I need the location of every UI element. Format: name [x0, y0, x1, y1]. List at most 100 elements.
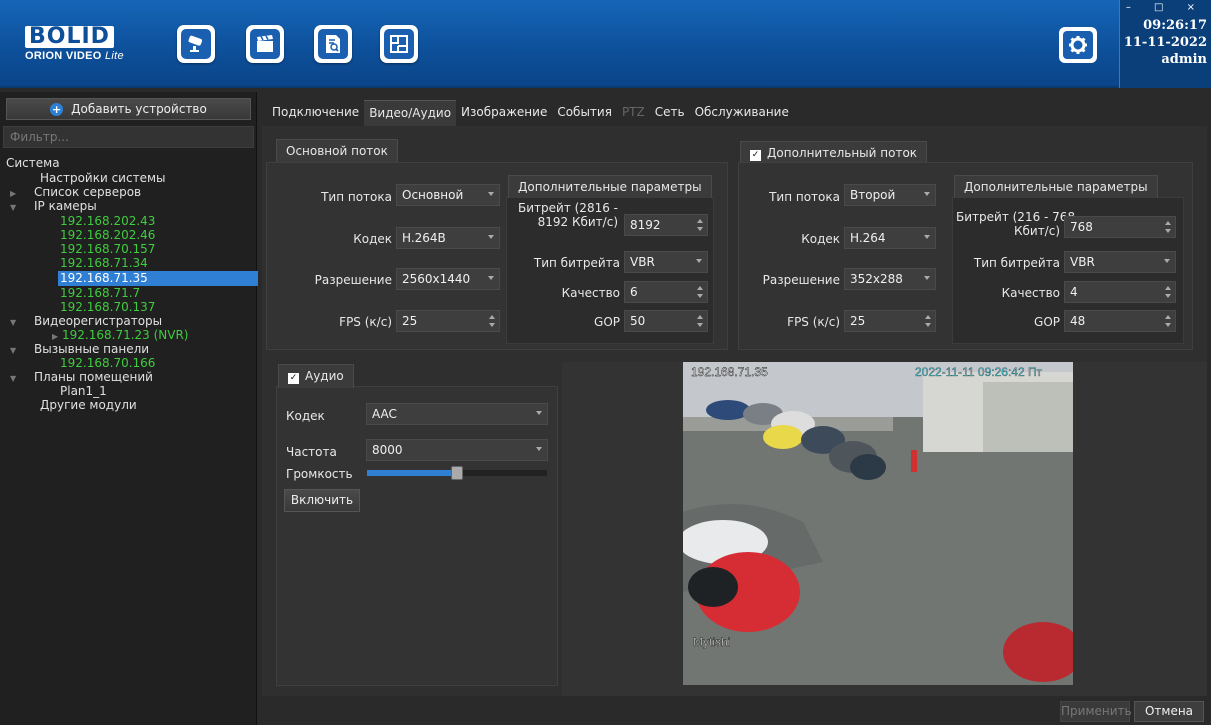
sub-extra-params-title: Дополнительные параметры — [954, 175, 1158, 198]
tree-item-camera[interactable]: 192.168.202.43 — [60, 214, 155, 229]
document-search-icon — [326, 35, 340, 53]
audio-freq-label: Частота — [286, 445, 337, 459]
camera-icon — [188, 35, 203, 52]
tree-item-call-panel[interactable]: 192.168.70.166 — [60, 356, 155, 371]
codec-select[interactable]: H.264 — [844, 227, 936, 249]
tree-item-server-list[interactable]: ▶ Список серверов — [10, 185, 141, 200]
collapse-arrow-icon: ▼ — [10, 374, 17, 383]
osd-ip: 192.168.71.35 — [691, 365, 768, 379]
chevron-down-icon — [924, 235, 930, 239]
bitrate-type-select[interactable]: VBR — [1064, 251, 1176, 273]
cameras-button[interactable] — [177, 25, 215, 63]
tab-connection[interactable]: Подключение — [267, 100, 364, 126]
spin-arrows-icon — [1164, 314, 1172, 328]
tree-item-camera-selected[interactable]: 192.168.71.35 — [58, 271, 258, 286]
checkbox-checked-icon[interactable]: ✓ — [750, 150, 761, 161]
tab-network[interactable]: Сеть — [650, 100, 690, 126]
fps-spinbox[interactable]: 25 — [844, 310, 936, 332]
audio-freq-select[interactable]: 8000 — [366, 439, 548, 461]
codec-label: Кодек — [353, 232, 392, 246]
chevron-down-icon — [536, 411, 542, 415]
settings-tabs: Подключение Видео/Аудио Изображение Собы… — [267, 100, 794, 126]
volume-handle[interactable] — [451, 466, 463, 480]
gop-spinbox[interactable]: 48 — [1064, 310, 1176, 332]
tree-item-ip-cameras[interactable]: ▼ IP камеры — [10, 199, 97, 214]
tab-events[interactable]: События — [552, 100, 617, 126]
audio-title[interactable]: ✓ Аудио — [278, 364, 354, 388]
volume-slider[interactable] — [367, 466, 547, 480]
tree-item-plan[interactable]: Plan1_1 — [60, 384, 107, 399]
tree-item-call-panels[interactable]: ▼ Вызывные панели — [10, 342, 149, 357]
collapse-arrow-icon: ▼ — [10, 203, 17, 212]
clock-time: 09:26:17 — [1143, 18, 1207, 33]
floorplans-button[interactable] — [380, 25, 418, 63]
logo-brand: BOLID — [25, 26, 114, 48]
resolution-select[interactable]: 352x288 — [844, 268, 936, 290]
bitrate-label: Битрейт (2816 -8192 Кбит/с) — [518, 201, 618, 229]
tab-maintenance[interactable]: Обслуживание — [690, 100, 794, 126]
clock-date: 11-11-2022 — [1123, 35, 1207, 50]
codec-select[interactable]: H.264B — [396, 227, 500, 249]
resolution-label: Разрешение — [314, 273, 392, 287]
stream-type-select[interactable]: Основной — [396, 184, 500, 206]
add-device-label: Добавить устройство — [71, 102, 207, 116]
chevron-down-icon — [924, 192, 930, 196]
tree-item-room-plans[interactable]: ▼ Планы помещений — [10, 370, 153, 385]
tab-video-audio[interactable]: Видео/Аудио — [364, 100, 457, 126]
cancel-button[interactable]: Отмена — [1134, 701, 1204, 722]
bitrate-type-select[interactable]: VBR — [624, 251, 708, 273]
spin-arrows-icon — [696, 218, 704, 232]
app-logo: BOLID ORION VIDEO Lite — [25, 26, 157, 66]
archive-button[interactable] — [246, 25, 284, 63]
tree-item-camera[interactable]: 192.168.71.34 — [60, 256, 148, 271]
gear-icon — [1069, 36, 1087, 54]
filter-input[interactable]: Фильтр... — [3, 126, 254, 148]
audio-codec-select[interactable]: AAC — [366, 403, 548, 425]
gop-spinbox[interactable]: 50 — [624, 310, 708, 332]
spin-arrows-icon — [696, 285, 704, 299]
tree-item-other-modules[interactable]: Другие модули — [40, 398, 137, 413]
resolution-select[interactable]: 2560x1440 — [396, 268, 500, 290]
main-stream-title: Основной поток — [276, 139, 398, 162]
floorplan-icon — [390, 35, 408, 53]
clapperboard-icon — [257, 35, 273, 52]
tree-item-recorder[interactable]: ▶ 192.168.71.23 (NVR) — [52, 328, 189, 343]
bitrate-spinbox[interactable]: 8192 — [624, 214, 708, 236]
chevron-down-icon — [696, 259, 702, 263]
plus-icon: + — [50, 102, 64, 116]
stream-type-label: Тип потока — [769, 190, 840, 204]
stream-type-label: Тип потока — [321, 190, 392, 204]
fps-spinbox[interactable]: 25 — [396, 310, 500, 332]
tree-item-camera[interactable]: 192.168.202.46 — [60, 228, 155, 243]
quality-spinbox[interactable]: 6 — [624, 281, 708, 303]
fps-label: FPS (к/с) — [787, 315, 840, 329]
window-controls[interactable]: – □ × — [1126, 2, 1205, 13]
video-preview[interactable]: 192.168.71.35 2022-11-11 09:26:42 Пт Myt… — [683, 362, 1073, 685]
quality-label: Качество — [1001, 286, 1060, 300]
tree-item-camera[interactable]: 192.168.71.7 — [60, 286, 140, 301]
current-user: admin — [1161, 52, 1207, 67]
spin-arrows-icon — [488, 314, 496, 328]
tree-item-recorders[interactable]: ▼ Видеорегистраторы — [10, 314, 162, 329]
osd-location: Mytishi — [693, 635, 730, 649]
spin-arrows-icon — [1164, 285, 1172, 299]
apply-button[interactable]: Применить — [1060, 701, 1132, 722]
bitrate-spinbox[interactable]: 768 — [1064, 216, 1176, 238]
chevron-down-icon — [488, 235, 494, 239]
tab-image[interactable]: Изображение — [456, 100, 552, 126]
volume-fill — [367, 470, 457, 476]
osd-time: 2022-11-11 09:26:42 Пт — [915, 365, 1043, 379]
add-device-button[interactable]: + Добавить устройство — [6, 98, 251, 120]
enable-audio-button[interactable]: Включить — [284, 489, 360, 512]
reports-button[interactable] — [314, 25, 352, 63]
quality-spinbox[interactable]: 4 — [1064, 281, 1176, 303]
tree-item-system-settings[interactable]: Настройки системы — [10, 171, 165, 186]
checkbox-checked-icon[interactable]: ✓ — [288, 373, 299, 384]
tree-item-camera[interactable]: 192.168.70.157 — [60, 242, 155, 257]
tree-item-system[interactable]: Система — [6, 156, 60, 171]
tab-ptz[interactable]: PTZ — [617, 100, 650, 126]
tree-item-camera[interactable]: 192.168.70.137 — [60, 300, 155, 315]
main-extra-params-title: Дополнительные параметры — [508, 175, 712, 198]
settings-button[interactable] — [1059, 27, 1097, 63]
stream-type-select[interactable]: Второй — [844, 184, 936, 206]
